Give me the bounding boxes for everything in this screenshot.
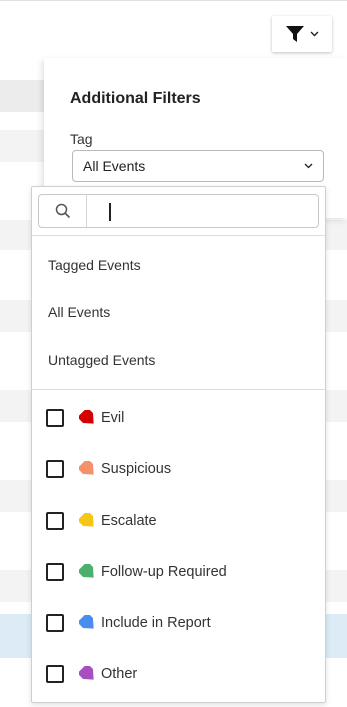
- tag-option-include-in-report[interactable]: Include in Report: [46, 611, 211, 635]
- tag-select-value: All Events: [83, 158, 146, 174]
- checkbox[interactable]: [46, 614, 64, 632]
- tag-option-escalate[interactable]: Escalate: [46, 509, 157, 533]
- checkbox[interactable]: [46, 512, 64, 530]
- checkbox[interactable]: [46, 563, 64, 581]
- search-icon-box: [39, 195, 87, 227]
- tag-option-evil[interactable]: Evil: [46, 406, 124, 430]
- tag-icon: [79, 461, 94, 475]
- tag-icon: [79, 615, 94, 629]
- table-top-border: [0, 0, 347, 1]
- option-untagged-events[interactable]: Untagged Events: [48, 352, 155, 368]
- search-box: [38, 194, 319, 228]
- tag-option-suspicious[interactable]: Suspicious: [46, 457, 171, 481]
- tag-label-escalate: Escalate: [101, 513, 157, 529]
- filter-button[interactable]: [272, 16, 332, 52]
- search-icon: [55, 203, 70, 219]
- tag-option-follow-up-required[interactable]: Follow-up Required: [46, 560, 227, 584]
- tag-icon: [79, 564, 94, 578]
- tag-label: Tag: [70, 131, 93, 147]
- chevron-down-icon: [304, 163, 313, 169]
- chevron-down-icon: [310, 31, 318, 37]
- tag-label-include-in-report: Include in Report: [101, 615, 211, 631]
- search-input[interactable]: [87, 195, 318, 227]
- option-all-events[interactable]: All Events: [48, 304, 110, 320]
- tag-option-other[interactable]: Other: [46, 662, 137, 686]
- divider: [32, 235, 325, 236]
- panel-title: Additional Filters: [70, 90, 201, 107]
- checkbox[interactable]: [46, 409, 64, 427]
- tag-label-evil: Evil: [101, 410, 125, 426]
- tag-label-follow-up-required: Follow-up Required: [101, 564, 227, 580]
- tag-icon: [79, 410, 94, 424]
- option-tagged-events[interactable]: Tagged Events: [48, 257, 141, 273]
- tag-label-suspicious: Suspicious: [101, 461, 172, 477]
- tag-icon: [79, 666, 94, 680]
- checkbox[interactable]: [46, 665, 64, 683]
- tag-label-other: Other: [101, 666, 138, 682]
- text-caret: [109, 203, 111, 221]
- tag-dropdown-menu: Tagged Events All Events Untagged Events…: [31, 186, 326, 703]
- divider: [32, 389, 325, 390]
- tag-icon: [79, 513, 94, 527]
- filter-icon: [285, 26, 304, 42]
- checkbox[interactable]: [46, 460, 64, 478]
- tag-select[interactable]: All Events: [72, 150, 324, 182]
